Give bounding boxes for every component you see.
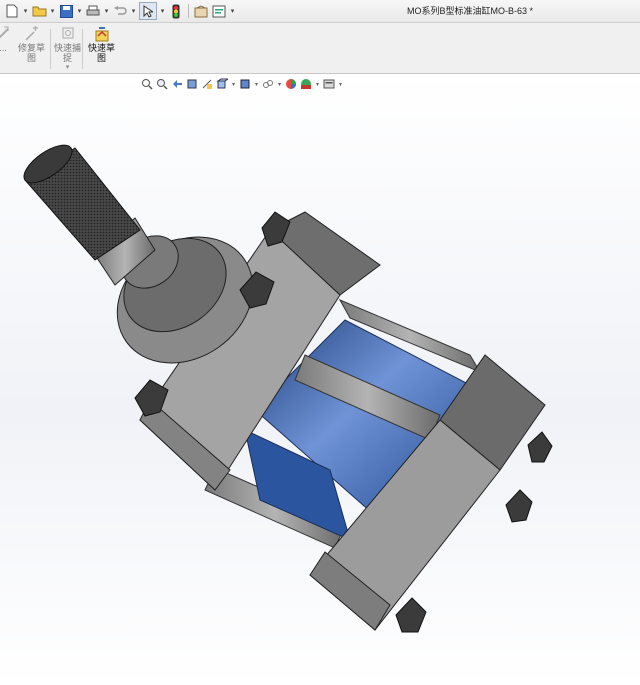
zoom-to-fit-icon[interactable] <box>140 77 154 91</box>
quick-snap-label: 快速捕 捉 <box>54 43 82 63</box>
view-orientation-icon[interactable] <box>215 77 229 91</box>
sketch-icon <box>0 26 9 39</box>
rapid-sketch-icon <box>95 27 108 42</box>
graphics-area[interactable] <box>0 74 640 685</box>
piston-rod <box>23 144 156 286</box>
chevron-down-icon[interactable]: ▾ <box>230 81 237 88</box>
chevron-down-icon[interactable]: ▾ <box>229 3 236 19</box>
chevron-down-icon[interactable]: ▾ <box>314 81 321 88</box>
chevron-down-icon[interactable]: ▾ <box>103 3 110 19</box>
sketch-button[interactable]: ... <box>0 25 12 53</box>
tie-rod-nut <box>505 489 533 523</box>
chevron-down-icon[interactable]: ▾ <box>49 3 56 19</box>
title-bar: ▾ ▾ ▾ ▾ ▾ ▾ ▾ MO系列B型标准油缸MO-B-63 * <box>0 0 640 23</box>
dynamic-annotation-icon[interactable] <box>200 77 214 91</box>
chevron-down-icon[interactable]: ▾ <box>276 81 283 88</box>
chevron-down-icon[interactable]: ▾ <box>159 3 166 19</box>
chevron-down-icon[interactable]: ▾ <box>22 3 29 19</box>
document-title: MO系列B型标准油缸MO-B-63 * <box>406 6 533 16</box>
divider <box>50 29 51 69</box>
chevron-down-icon[interactable]: ▾ <box>130 3 137 19</box>
tie-rod-nut <box>527 431 553 463</box>
tie-rod-nut <box>395 597 427 633</box>
save-icon[interactable] <box>58 3 74 19</box>
hide-show-items-icon[interactable] <box>261 77 275 91</box>
edit-appearance-icon[interactable] <box>284 77 298 91</box>
display-style-icon[interactable] <box>238 77 252 91</box>
quick-snap-icon <box>62 27 73 39</box>
quick-snap-button[interactable]: 快速捕 捉 ▾ <box>54 25 81 73</box>
rapid-sketch-button[interactable]: 快速草 图 <box>88 25 115 63</box>
chevron-down-icon[interactable]: ▾ <box>253 81 260 88</box>
view-settings-icon[interactable] <box>322 77 336 91</box>
chevron-down-icon[interactable]: ▾ <box>76 3 83 19</box>
file-properties-icon[interactable] <box>193 3 209 19</box>
previous-view-icon[interactable] <box>170 77 184 91</box>
rebuild-traffic-light-icon[interactable] <box>168 3 184 19</box>
cylinder-model[interactable] <box>0 74 640 685</box>
options-icon[interactable] <box>211 3 227 19</box>
chevron-down-icon[interactable]: ▾ <box>337 81 344 88</box>
undo-icon[interactable] <box>112 3 128 19</box>
sketch-button-label: ... <box>0 43 7 53</box>
divider <box>82 29 83 69</box>
repair-sketch-icon <box>24 26 38 41</box>
print-icon[interactable] <box>85 3 101 19</box>
section-view-icon[interactable] <box>185 77 199 91</box>
heads-up-view-toolbar: ▾ ▾ ▾ ▾ ▾ <box>140 76 344 92</box>
chevron-down-icon[interactable]: ▾ <box>66 63 70 73</box>
zoom-to-area-icon[interactable] <box>155 77 169 91</box>
new-document-icon[interactable] <box>4 3 20 19</box>
repair-sketch-button[interactable]: 修复草 图 <box>18 25 45 63</box>
repair-sketch-label: 修复草 图 <box>18 43 46 63</box>
open-folder-icon[interactable] <box>31 3 47 19</box>
rapid-sketch-label: 快速草 图 <box>88 43 116 63</box>
quick-access-toolbar: ▾ ▾ ▾ ▾ ▾ ▾ ▾ <box>4 2 236 20</box>
ribbon-toolbar: ... 修复草 图 快速捕 捉 ▾ 快速草 图 <box>0 23 640 74</box>
divider <box>188 4 189 18</box>
select-arrow-icon[interactable] <box>139 2 157 20</box>
apply-scene-icon[interactable] <box>299 77 313 91</box>
